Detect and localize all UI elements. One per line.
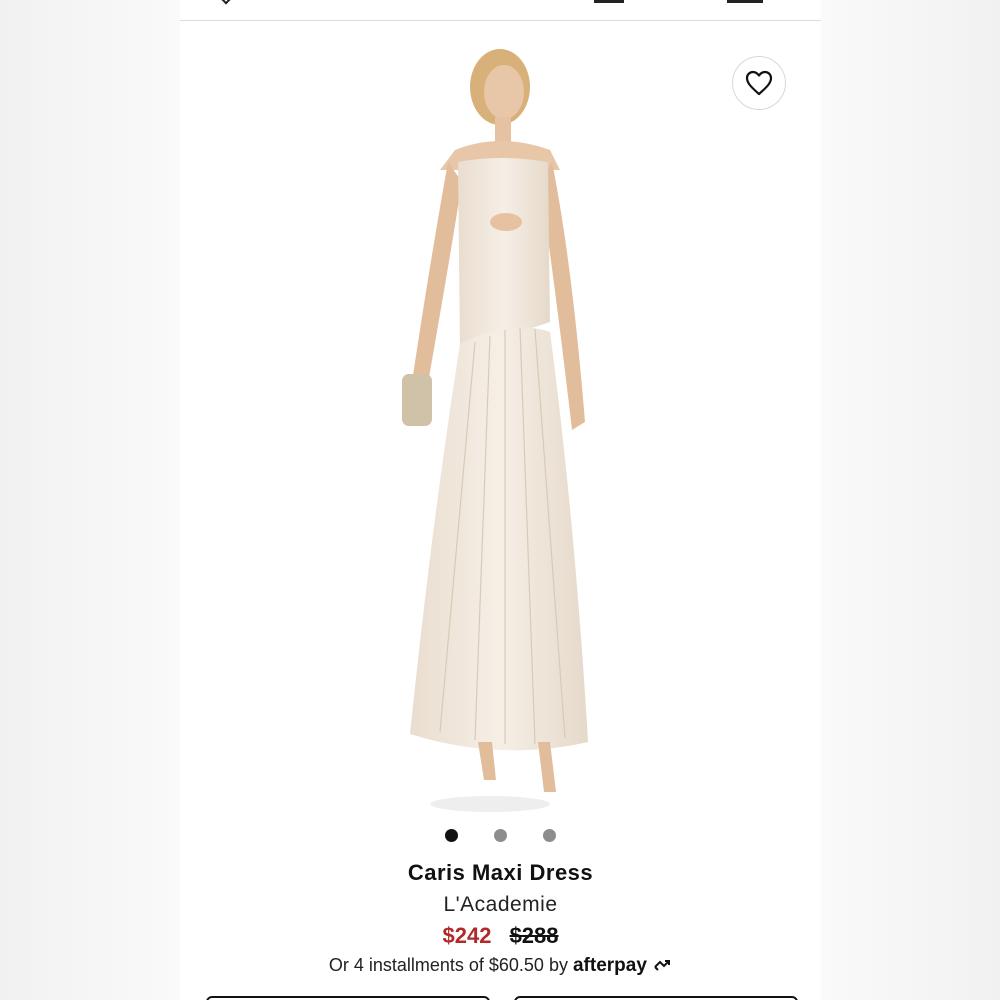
- product-page: Caris Maxi Dress L'Academie $242 $288 Or…: [180, 0, 821, 1000]
- afterpay-logo: afterpay: [573, 955, 672, 976]
- background-blur-left: [0, 0, 180, 1000]
- installments-text: Or 4 installments of $60.50 by: [328, 955, 568, 975]
- product-brand[interactable]: L'Academie: [180, 893, 821, 917]
- wishlist-button[interactable]: [732, 56, 786, 110]
- heart-icon: [745, 70, 773, 96]
- background-blur-right: [820, 0, 1000, 1000]
- action-button[interactable]: [514, 996, 798, 1000]
- gallery-dot[interactable]: [543, 829, 556, 842]
- product-image[interactable]: [400, 22, 600, 814]
- chevron-left-icon[interactable]: [217, 0, 235, 5]
- header-icon-underline[interactable]: [727, 0, 763, 3]
- header-icon-underline[interactable]: [594, 0, 624, 3]
- sale-price: $242: [442, 923, 492, 948]
- price-row: $242 $288: [180, 923, 821, 949]
- gallery-dot[interactable]: [494, 829, 507, 842]
- afterpay-arrows-icon: [654, 960, 671, 971]
- original-price: $288: [509, 923, 559, 948]
- gallery-dot[interactable]: [445, 829, 458, 842]
- installments-info[interactable]: Or 4 installments of $60.50 by afterpay: [180, 955, 821, 977]
- product-title: Caris Maxi Dress: [407, 860, 594, 885]
- afterpay-label: afterpay: [572, 955, 647, 976]
- action-button[interactable]: [206, 996, 490, 1000]
- top-navigation-bar: [180, 0, 821, 21]
- gallery-pagination: [180, 829, 821, 845]
